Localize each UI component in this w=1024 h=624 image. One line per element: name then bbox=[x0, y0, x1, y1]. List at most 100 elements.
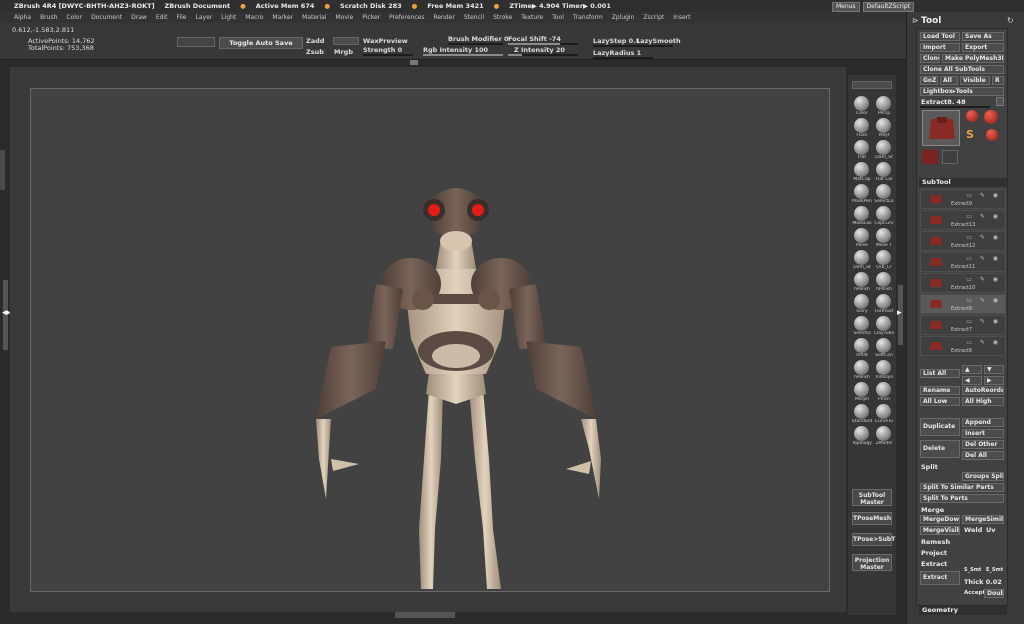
select-icon[interactable]: SelectD bbox=[851, 314, 873, 336]
zsub-button[interactable]: Zsub bbox=[306, 48, 324, 56]
lazy-radius-slider[interactable] bbox=[593, 57, 653, 59]
all-button[interactable]: All bbox=[940, 76, 958, 85]
lazy-step-slider[interactable] bbox=[593, 45, 673, 47]
menu-marker[interactable]: Marker bbox=[272, 14, 293, 21]
groups-split-button[interactable]: Groups Split bbox=[962, 472, 1004, 481]
left-tray-handle[interactable] bbox=[0, 150, 5, 190]
all-high-button[interactable]: All High bbox=[962, 397, 1004, 406]
mrgb-button[interactable]: Mrgb bbox=[334, 48, 353, 56]
menu-insert[interactable]: Insert bbox=[673, 14, 690, 21]
mask-pen-icon[interactable]: MaskPen bbox=[851, 182, 873, 204]
extract8-thumbnail[interactable] bbox=[942, 150, 958, 164]
make-polymesh-button[interactable]: Make PolyMesh3D bbox=[942, 54, 1004, 63]
top-shelf-collapse-handle[interactable] bbox=[410, 60, 418, 65]
default-zscript-button[interactable]: DefaultZScript bbox=[862, 2, 914, 12]
move-down-button[interactable]: ▼ bbox=[984, 365, 1004, 374]
clone-all-subtools-button[interactable]: Clone All SubTools bbox=[920, 65, 1004, 74]
topology-icon[interactable]: Topology bbox=[851, 424, 873, 446]
inflate-icon[interactable]: Inflat bbox=[851, 336, 873, 358]
extract1-thumbnail[interactable] bbox=[922, 150, 938, 164]
load-tool-button[interactable]: Load Tool bbox=[920, 32, 960, 41]
menu-texture[interactable]: Texture bbox=[521, 14, 543, 21]
hpolish-icon[interactable]: hPolish bbox=[851, 358, 873, 380]
clip-curve-icon[interactable]: ClipCurv bbox=[873, 204, 895, 226]
mrgb-toggle[interactable] bbox=[333, 37, 359, 45]
save-as-button[interactable]: Save As bbox=[962, 32, 1004, 41]
menu-macro[interactable]: Macro bbox=[245, 14, 263, 21]
visible-button[interactable]: Visible bbox=[960, 76, 990, 85]
move-brush-icon[interactable]: Move bbox=[851, 226, 873, 248]
menu-color[interactable]: Color bbox=[66, 14, 82, 21]
floor-icon[interactable]: Floor bbox=[851, 116, 873, 138]
strength-slider-label[interactable]: Strength 0 bbox=[363, 46, 402, 54]
geometry-header[interactable]: Geometry bbox=[919, 606, 1007, 615]
clay-tubes-icon[interactable]: ClayTube bbox=[873, 314, 895, 336]
all-low-button[interactable]: All Low bbox=[920, 397, 960, 406]
move-topo-icon[interactable]: Move T bbox=[873, 226, 895, 248]
menu-movie[interactable]: Movie bbox=[336, 14, 354, 21]
refresh-icon[interactable]: ↻ bbox=[1007, 16, 1014, 25]
current-tool-thumbnail[interactable] bbox=[922, 110, 960, 146]
sphere3d-thumbnail[interactable] bbox=[966, 110, 978, 122]
menu-alpha[interactable]: Alpha bbox=[14, 14, 31, 21]
split-to-parts-button[interactable]: Split To Parts bbox=[920, 494, 1004, 503]
soft-concrete-icon[interactable]: SoftCon bbox=[873, 336, 895, 358]
insert-button[interactable]: Insert bbox=[962, 429, 1004, 438]
wax-preview-button[interactable]: WaxPreview bbox=[363, 37, 408, 45]
delete-button[interactable]: Delete bbox=[920, 440, 960, 458]
s-smt-slider[interactable]: S_Smt bbox=[964, 567, 981, 573]
form-soft-icon[interactable]: FormSof bbox=[873, 292, 895, 314]
pinch-icon[interactable]: Pinch bbox=[873, 380, 895, 402]
subtool-visibility-icon[interactable]: ▭ ✎ ◉ bbox=[966, 297, 1001, 304]
z-intensity-label[interactable]: Z Intensity 20 bbox=[514, 46, 565, 54]
menu-render[interactable]: Render bbox=[433, 14, 454, 21]
dam-standard-icon[interactable]: Dam_St bbox=[873, 138, 895, 160]
mask-lasso-icon[interactable]: MaskLas bbox=[851, 204, 873, 226]
menu-zplugin[interactable]: Zplugin bbox=[612, 14, 635, 21]
r-button[interactable]: R bbox=[992, 76, 1004, 85]
pin-icon[interactable]: ⊳ bbox=[912, 16, 919, 25]
strength-slider[interactable] bbox=[363, 54, 413, 56]
lightbox-tools-button[interactable]: Lightbox▸Tools bbox=[920, 87, 1004, 96]
select-lasso-icon[interactable]: SelectLa bbox=[873, 182, 895, 204]
autoreorder-button[interactable]: AutoReorder bbox=[962, 386, 1004, 395]
subtool-visibility-icon[interactable]: ▭ ✎ ◉ bbox=[966, 192, 1001, 199]
menu-stroke[interactable]: Stroke bbox=[493, 14, 512, 21]
scroll-button[interactable] bbox=[852, 81, 892, 89]
menu-transform[interactable]: Transform bbox=[573, 14, 603, 21]
menu-edit[interactable]: Edit bbox=[156, 14, 168, 21]
orb-cracks-icon[interactable]: Orb_Cr bbox=[873, 248, 895, 270]
move-up-button[interactable]: ▲ bbox=[962, 365, 982, 374]
brush-modifier-label[interactable]: Brush Modifier 0 bbox=[448, 35, 509, 43]
subtool-visibility-icon[interactable]: ▭ ✎ ◉ bbox=[966, 213, 1001, 220]
flat-material-icon[interactable]: Flat bbox=[851, 138, 873, 160]
subtool-visibility-icon[interactable]: ▭ ✎ ◉ bbox=[966, 255, 1001, 262]
rename-button[interactable]: Rename bbox=[920, 386, 960, 395]
import-button[interactable]: Import bbox=[920, 43, 960, 52]
current-tool-slider[interactable] bbox=[920, 106, 990, 108]
menu-material[interactable]: Material bbox=[302, 14, 326, 21]
subtool-row[interactable]: Extract10 ▭ ✎ ◉ bbox=[920, 273, 1006, 293]
persp-icon[interactable]: Persp bbox=[873, 94, 895, 116]
duplicate-button[interactable]: Duplicate bbox=[920, 418, 960, 436]
menu-preferences[interactable]: Preferences bbox=[389, 14, 424, 21]
menu-brush[interactable]: Brush bbox=[40, 14, 57, 21]
ivory-icon[interactable]: Ivory bbox=[851, 292, 873, 314]
menus-button[interactable]: Menus bbox=[831, 2, 860, 12]
subtool-row[interactable]: Extract6 ▭ ✎ ◉ bbox=[920, 336, 1006, 356]
split-header[interactable]: Split bbox=[921, 463, 938, 471]
del-all-button[interactable]: Del All bbox=[962, 451, 1004, 460]
subtool-row[interactable]: Extract9 ▭ ✎ ◉ bbox=[920, 189, 1006, 209]
quick-save-button[interactable] bbox=[177, 37, 215, 47]
brush-modifier-slider[interactable] bbox=[448, 43, 503, 45]
clone-button[interactable]: Clone bbox=[920, 54, 940, 63]
simplebrush-thumbnail[interactable]: S bbox=[966, 128, 974, 141]
list-all-button[interactable]: List All bbox=[920, 369, 960, 378]
del-other-button[interactable]: Del Other bbox=[962, 440, 1004, 449]
split-similar-parts-button[interactable]: Split To Similar Parts bbox=[920, 483, 1004, 492]
extract-header[interactable]: Extract bbox=[921, 560, 947, 568]
accept-button[interactable]: Accept bbox=[964, 590, 985, 596]
uv-toggle[interactable]: Uv bbox=[986, 526, 996, 534]
double-toggle[interactable]: Double bbox=[984, 589, 1004, 598]
zmodeler-icon[interactable]: ZModel bbox=[873, 424, 895, 446]
